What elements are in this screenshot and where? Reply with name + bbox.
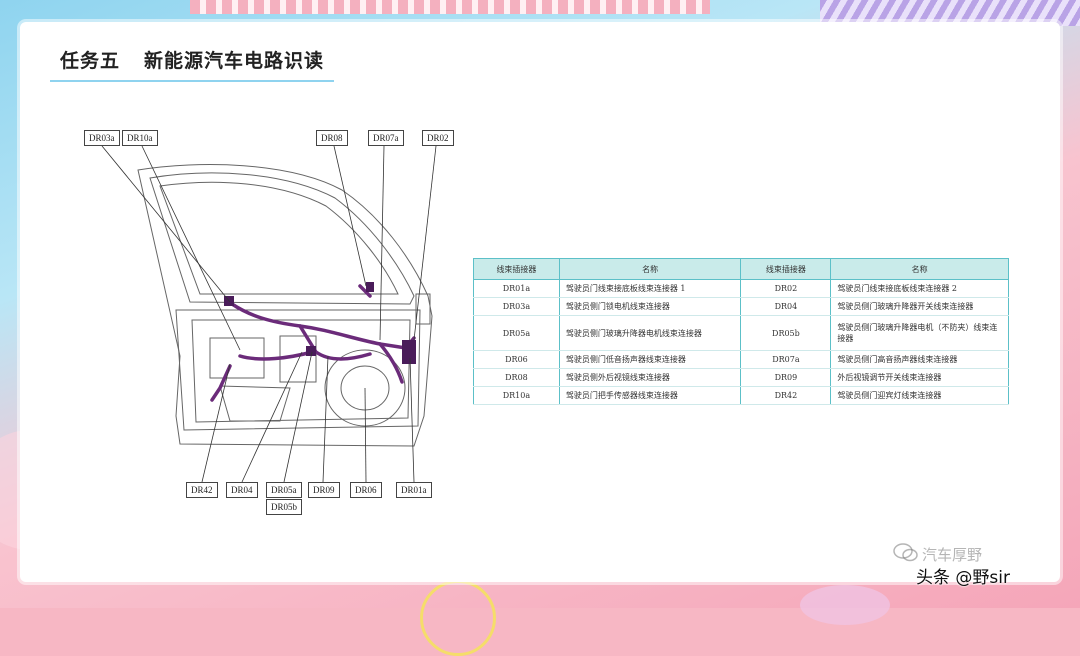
connector-code: DR03a — [473, 297, 560, 316]
connector-name: 驾驶员门把手传感器线束连接器 — [558, 386, 742, 405]
connector-name: 驾驶员门线束接底板线束连接器 2 — [830, 279, 1009, 298]
connector-tag-dr05a: DR05a — [266, 482, 302, 498]
table-row: DR01a 驾驶员门线束接底板线束连接器 1 DR02 驾驶员门线束接底板线束连… — [473, 279, 1009, 298]
connector-tag-dr09: DR09 — [308, 482, 340, 498]
connector-tag-dr08: DR08 — [316, 130, 348, 146]
table-row: DR05a 驾驶员侧门玻璃升降器电机线束连接器 DR05b 驾驶员侧门玻璃升降器… — [473, 315, 1009, 351]
decorative-stripe-top — [190, 0, 710, 14]
connector-tag-dr10a: DR10a — [122, 130, 158, 146]
author-credit: 头条 @野sir — [916, 568, 1010, 588]
column-header: 名称 — [558, 258, 742, 280]
connector-name: 驾驶员侧门玻璃升降器电机线束连接器 — [558, 315, 742, 351]
column-header: 线束插接器 — [473, 258, 560, 280]
connector-tag-dr06: DR06 — [350, 482, 382, 498]
connector-name: 驾驶员侧门玻璃升降器电机（不防夹）线束连接器 — [830, 315, 1009, 351]
table-row: DR10a 驾驶员门把手传感器线束连接器 DR42 驾驶员侧门迎宾灯线束连接器 — [473, 386, 1009, 405]
connector-name: 驾驶员侧门迎宾灯线束连接器 — [830, 386, 1009, 405]
connector-tag-dr01a: DR01a — [396, 482, 432, 498]
connector-code: DR09 — [740, 368, 832, 387]
column-header: 线束插接器 — [740, 258, 832, 280]
title-text: 新能源汽车电路识读 — [144, 50, 325, 72]
connector-tag-dr05b: DR05b — [266, 499, 303, 515]
connector-name: 驾驶员侧门低音扬声器线束连接器 — [558, 350, 742, 369]
connector-code: DR04 — [740, 297, 832, 316]
table-row: DR08 驾驶员侧外后视镜线束连接器 DR09 外后视镜调节开关线束连接器 — [473, 368, 1009, 387]
connector-code: DR05b — [740, 315, 832, 351]
table-row: DR03a 驾驶员侧门锁电机线束连接器 DR04 驾驶员侧门玻璃升降器开关线束连… — [473, 297, 1009, 316]
connector-tag-dr02: DR02 — [422, 130, 454, 146]
decorative-circle — [800, 585, 890, 625]
connector-name: 驾驶员侧门高音扬声器线束连接器 — [830, 350, 1009, 369]
connector-code: DR01a — [473, 279, 560, 298]
connector-tag-dr03a: DR03a — [84, 130, 120, 146]
slide-title: 任务五 新能源汽车电路识读 — [60, 46, 324, 73]
connector-code: DR10a — [473, 386, 560, 405]
connector-code: DR07a — [740, 350, 832, 369]
column-header: 名称 — [830, 258, 1009, 280]
connector-code: DR05a — [473, 315, 560, 351]
connector-name: 驾驶员门线束接底板线束连接器 1 — [558, 279, 742, 298]
connector-name: 驾驶员侧门锁电机线束连接器 — [558, 297, 742, 316]
connector-name: 驾驶员侧外后视镜线束连接器 — [558, 368, 742, 387]
connector-code: DR08 — [473, 368, 560, 387]
connector-tag-dr04: DR04 — [226, 482, 258, 498]
watermark-text: 汽车厚野 — [922, 546, 983, 564]
table-header-row: 线束插接器 名称 线束插接器 名称 — [473, 258, 1009, 280]
door-wiring-diagram — [101, 145, 437, 483]
connector-name: 外后视镜调节开关线束连接器 — [830, 368, 1009, 387]
connector-code: DR06 — [473, 350, 560, 369]
connector-table: 线束插接器 名称 线束插接器 名称 DR01a 驾驶员门线束接底板线束连接器 1… — [473, 258, 1009, 405]
connector-tag-dr42: DR42 — [186, 482, 218, 498]
connector-code: DR02 — [740, 279, 832, 298]
task-label: 任务五 — [60, 50, 121, 72]
wechat-logo-icon — [893, 543, 918, 562]
connector-tag-dr07a: DR07a — [368, 130, 404, 146]
table-row: DR06 驾驶员侧门低音扬声器线束连接器 DR07a 驾驶员侧门高音扬声器线束连… — [473, 350, 1009, 369]
connector-name: 驾驶员侧门玻璃升降器开关线束连接器 — [830, 297, 1009, 316]
decorative-circle — [420, 580, 496, 656]
connector-code: DR42 — [740, 386, 832, 405]
